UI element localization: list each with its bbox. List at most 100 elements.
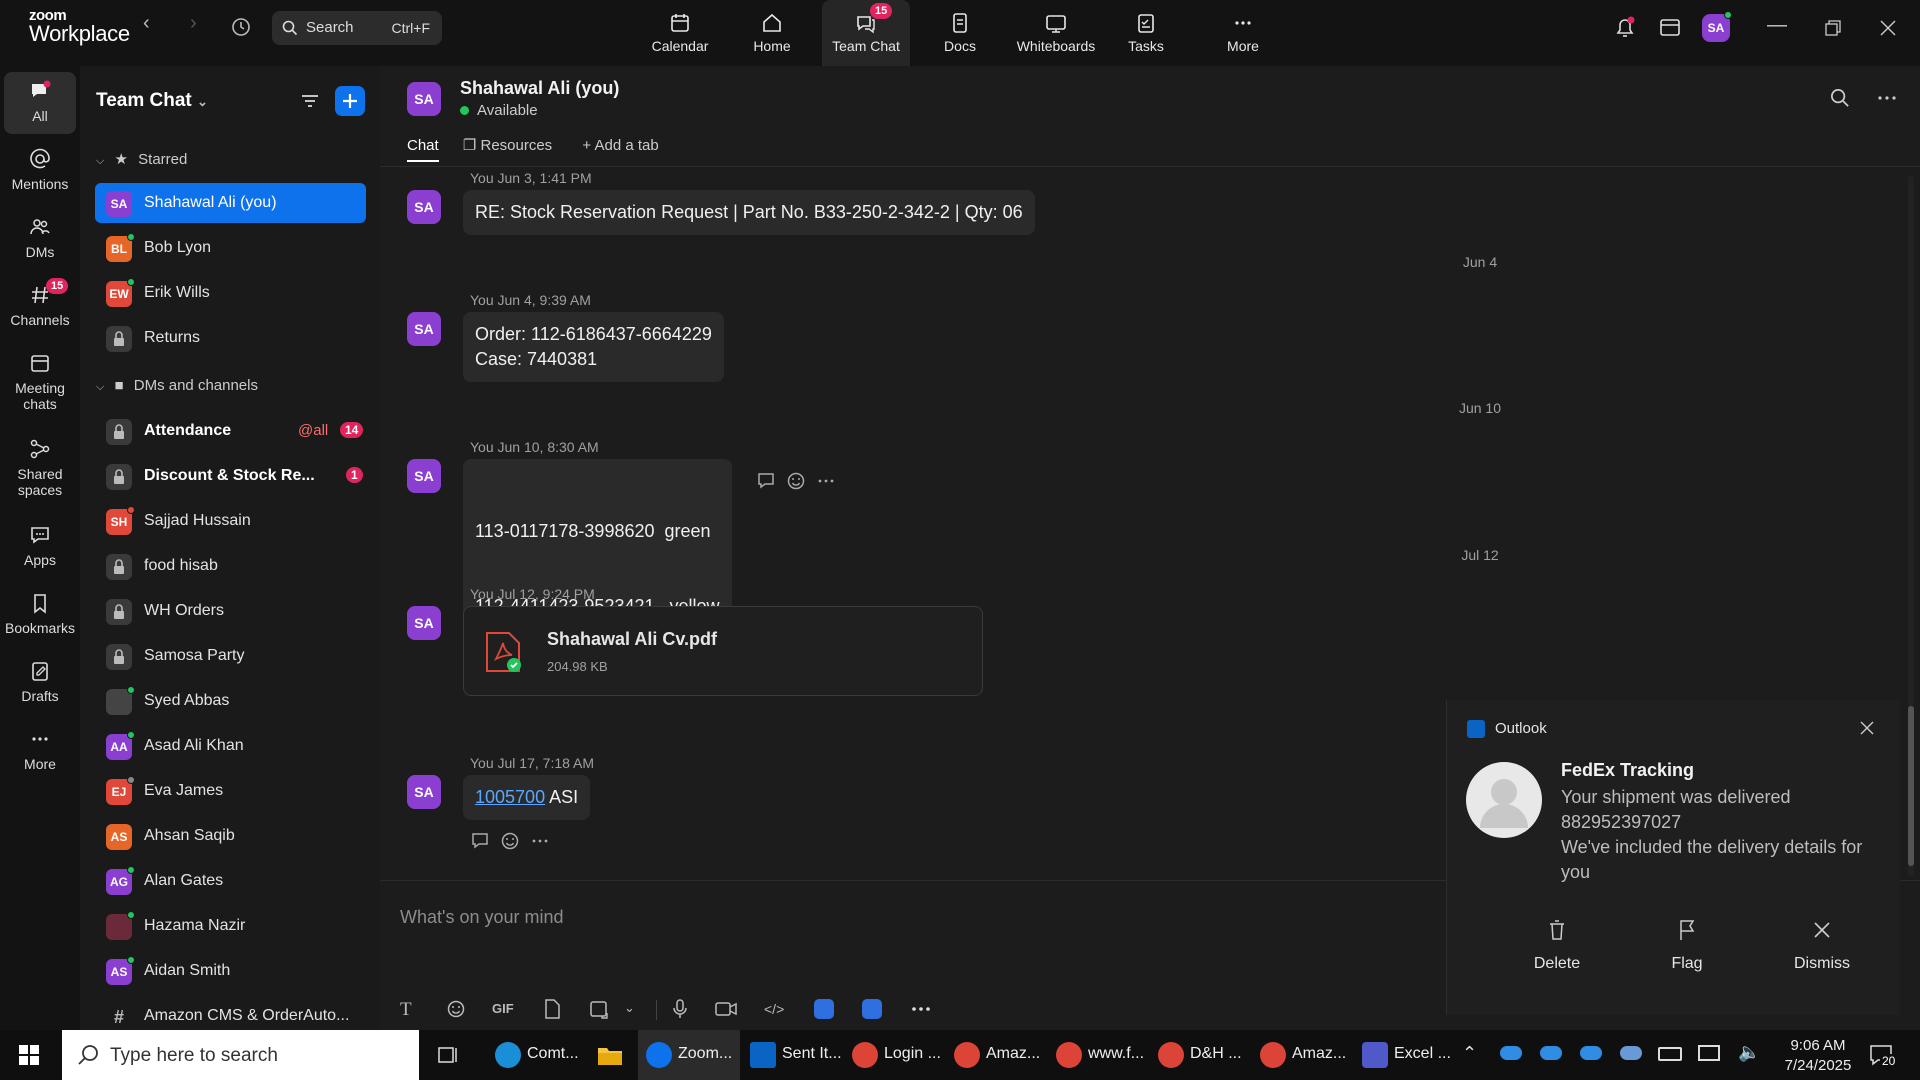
file-icon[interactable] [542, 998, 562, 1020]
taskbar-app-5[interactable]: www.f... [1048, 1030, 1148, 1080]
onedrive-icon[interactable] [1540, 1046, 1562, 1060]
rail-shared-spaces[interactable]: Shared spaces [4, 438, 76, 498]
volume-icon[interactable]: 🔈 [1738, 1042, 1760, 1063]
rail-mentions[interactable]: Mentions [4, 148, 76, 192]
chevron-down-icon[interactable]: ⌄ [624, 1000, 635, 1016]
taskbar-app-3[interactable]: Login ... [844, 1030, 944, 1080]
more-dots-icon[interactable] [816, 471, 836, 491]
starred-item-1[interactable]: BL Bob Lyon [95, 228, 366, 268]
starred-item-0[interactable]: SA Shahawal Ali (you) [95, 183, 366, 223]
tab-tasks[interactable]: Tasks [1108, 0, 1184, 66]
message-bubble[interactable]: RE: Stock Reservation Request | Part No.… [463, 190, 1035, 235]
rail-bookmarks[interactable]: Bookmarks [4, 592, 76, 636]
restore-icon[interactable] [1825, 20, 1841, 36]
more-dots-icon[interactable] [910, 999, 932, 1019]
rail-dms[interactable]: DMs [4, 216, 76, 260]
tab-more[interactable]: More [1205, 0, 1281, 66]
channel-item-13[interactable]: # Amazon CMS & OrderAuto... [95, 996, 366, 1030]
zoom-app-icon[interactable] [814, 999, 834, 1019]
rail-more[interactable]: More [4, 728, 76, 772]
channel-item-3[interactable]: food hisab [95, 546, 366, 586]
more-options-icon[interactable] [1876, 88, 1898, 108]
emoji-react-icon[interactable] [500, 831, 520, 851]
onedrive-icon[interactable] [1580, 1046, 1602, 1060]
taskbar-app-7[interactable]: Amaz... [1252, 1030, 1352, 1080]
search-icon[interactable] [1830, 88, 1850, 108]
channel-item-7[interactable]: AA Asad Ali Khan [95, 726, 366, 766]
task-view-icon[interactable] [437, 1044, 461, 1066]
reply-icon[interactable] [470, 831, 492, 851]
starred-item-3[interactable]: Returns [95, 318, 366, 358]
tab-chat[interactable]: Chat [407, 137, 439, 162]
tab-whiteboards[interactable]: Whiteboards [1006, 0, 1106, 66]
windows-start-icon[interactable] [18, 1044, 40, 1066]
chat-title[interactable]: Shahawal Ali (you) [460, 78, 619, 99]
code-snippet-icon[interactable]: </> [764, 1001, 784, 1017]
taskbar-app-8[interactable]: Excel ... [1354, 1030, 1454, 1080]
video-clip-icon[interactable] [714, 999, 738, 1019]
chevron-up-icon[interactable]: ⌃ [1462, 1043, 1477, 1064]
zoom-meeting-icon[interactable] [862, 999, 882, 1019]
message-bubble[interactable]: 1005700 ASI [463, 775, 591, 820]
taskbar-app-2[interactable]: Sent It... [742, 1030, 842, 1080]
gif-icon[interactable]: GIF [492, 1001, 514, 1016]
add-tab-button[interactable]: Add a tab [594, 137, 658, 154]
rail-channels[interactable]: 15 Channels [4, 278, 76, 328]
back-arrow-icon[interactable]: ‹ [143, 12, 150, 35]
scrollbar-thumb[interactable] [1908, 706, 1914, 866]
rail-apps[interactable]: Apps [4, 524, 76, 568]
message-bubble[interactable]: Order: 112-6186437-6664229 Case: 7440381 [463, 312, 724, 382]
rail-drafts[interactable]: Drafts [4, 660, 76, 704]
onedrive-icon[interactable] [1620, 1046, 1642, 1060]
channel-item-5[interactable]: Samosa Party [95, 636, 366, 676]
reply-icon[interactable] [756, 471, 778, 491]
forward-arrow-icon[interactable]: › [190, 12, 197, 35]
emoji-react-icon[interactable] [786, 471, 806, 491]
dms-channels-section[interactable]: ⌵ ■ DMs and channels [96, 377, 258, 394]
starred-item-2[interactable]: EW Erik Wills [95, 273, 366, 313]
channel-item-8[interactable]: EJ Eva James [95, 771, 366, 811]
close-icon[interactable] [1859, 720, 1875, 736]
tab-docs[interactable]: Docs [922, 0, 998, 66]
close-window-icon[interactable] [1880, 20, 1896, 36]
taskbar-app-6[interactable]: D&H ... [1150, 1030, 1250, 1080]
taskbar-app-4[interactable]: Amaz... [946, 1030, 1046, 1080]
taskbar-app-1[interactable]: Zoom... [638, 1030, 740, 1080]
channel-item-2[interactable]: SH Sajjad Hussain [95, 501, 366, 541]
tab-team-chat[interactable]: 15 Team Chat [822, 0, 910, 66]
toast-flag-button[interactable]: Flag [1637, 918, 1737, 973]
emoji-icon[interactable] [446, 999, 466, 1019]
channel-item-12[interactable]: AS Aidan Smith [95, 951, 366, 991]
more-dots-icon[interactable] [530, 831, 550, 851]
chat-avatar[interactable]: SA [407, 82, 441, 116]
taskbar-app-0[interactable]: Comt... [487, 1030, 587, 1080]
message-link[interactable]: 1005700 [475, 787, 545, 807]
onedrive-icon[interactable] [1500, 1046, 1522, 1060]
notification-bell-icon[interactable] [1614, 16, 1636, 40]
clock[interactable]: 9:06 AM 7/24/2025 [1778, 1036, 1858, 1076]
microphone-icon[interactable] [670, 998, 690, 1020]
tab-resources[interactable]: Resources [480, 137, 552, 154]
calendar-status-icon[interactable] [1659, 16, 1681, 38]
minimize-icon[interactable]: — [1767, 14, 1787, 37]
screenshot-icon[interactable] [588, 998, 610, 1020]
channel-item-11[interactable]: Hazama Nazir [95, 906, 366, 946]
rail-meeting-chats[interactable]: Meeting chats [4, 352, 76, 412]
toast-delete-button[interactable]: Delete [1507, 918, 1607, 973]
network-icon[interactable] [1698, 1045, 1720, 1061]
message-input[interactable]: What's on your mind [400, 907, 564, 928]
tab-home[interactable]: Home [734, 0, 810, 66]
channel-item-6[interactable]: Syed Abbas [95, 681, 366, 721]
rail-all[interactable]: All [4, 72, 76, 134]
channel-item-10[interactable]: AG Alan Gates [95, 861, 366, 901]
battery-icon[interactable] [1658, 1047, 1682, 1061]
channel-item-4[interactable]: WH Orders [95, 591, 366, 631]
search-box[interactable]: Search Ctrl+F [272, 11, 442, 45]
tab-calendar[interactable]: Calendar [642, 0, 718, 66]
outlook-notification[interactable]: Outlook FedEx Tracking Your shipment was… [1446, 700, 1900, 1015]
taskbar-search[interactable]: Type here to search [62, 1030, 419, 1080]
text-format-icon[interactable]: T [400, 999, 412, 1021]
channel-item-1[interactable]: Discount & Stock Re... 1 [95, 456, 366, 496]
channel-item-0[interactable]: Attendance @all 14 [95, 411, 366, 451]
sidebar-title[interactable]: Team Chat ⌄ [96, 90, 208, 112]
